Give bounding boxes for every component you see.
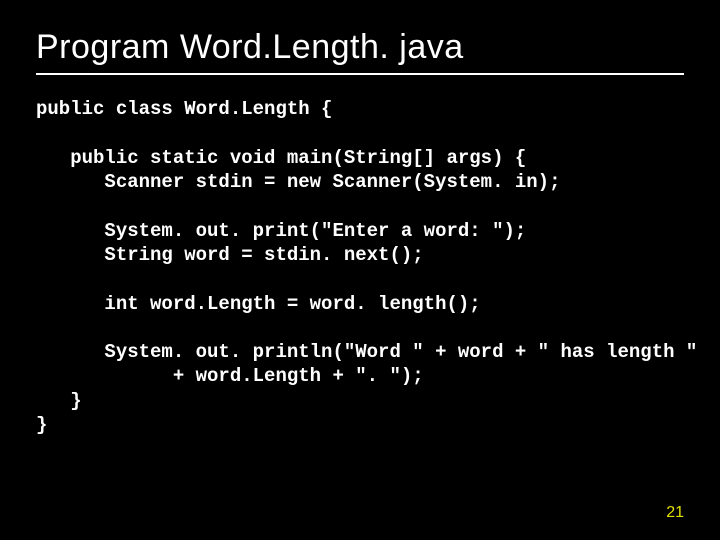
title-underline — [36, 73, 684, 75]
code-line: } — [36, 390, 82, 412]
code-line: } — [36, 414, 47, 436]
code-line: String word = stdin. next(); — [36, 244, 424, 266]
code-line: public static void main(String[] args) { — [36, 147, 526, 169]
code-line: int word.Length = word. length(); — [36, 293, 481, 315]
page-number: 21 — [666, 504, 684, 522]
code-line: System. out. println("Word " + word + " … — [36, 341, 697, 363]
code-line: + word.Length + ". "); — [36, 365, 424, 387]
code-line: Scanner stdin = new Scanner(System. in); — [36, 171, 561, 193]
code-line: System. out. print("Enter a word: "); — [36, 220, 526, 242]
code-block: public class Word.Length { public static… — [36, 97, 684, 437]
slide: Program Word.Length. java public class W… — [0, 0, 720, 540]
slide-title: Program Word.Length. java — [36, 28, 684, 67]
code-line: public class Word.Length { — [36, 98, 332, 120]
